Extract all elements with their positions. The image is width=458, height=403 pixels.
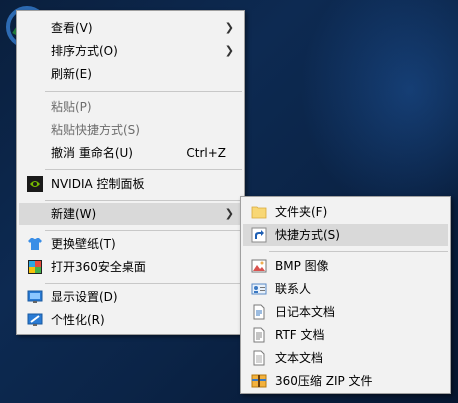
menu-item-label: 打开360安全桌面 — [51, 260, 146, 274]
menu-item-nvidia-control-panel[interactable]: NVIDIA 控制面板 — [19, 173, 242, 195]
menu-item-label: 刷新(E) — [51, 67, 92, 81]
new-submenu: 文件夹(F) 快捷方式(S) BMP 图像 联系人 日记本文档 RTF 文档 文… — [240, 196, 451, 394]
shortcut-icon — [251, 227, 267, 243]
menu-item-label: 360压缩 ZIP 文件 — [275, 374, 373, 388]
menu-separator — [45, 283, 242, 284]
desktop-context-menu: 查看(V) ❯ 排序方式(O) ❯ 刷新(E) 粘贴(P) 粘贴快捷方式(S) … — [16, 10, 245, 335]
submenu-item-contact[interactable]: 联系人 — [243, 278, 448, 300]
text-document-icon — [253, 350, 265, 366]
menu-item-label: NVIDIA 控制面板 — [51, 177, 145, 191]
menu-item-view[interactable]: 查看(V) ❯ — [19, 17, 242, 39]
display-settings-icon — [27, 290, 43, 303]
nvidia-icon — [27, 176, 43, 192]
menu-item-label: 文件夹(F) — [275, 205, 328, 219]
menu-item-label: 更换壁纸(T) — [51, 237, 116, 251]
journal-document-icon — [253, 304, 265, 320]
chevron-right-icon: ❯ — [224, 207, 234, 220]
menu-separator — [269, 251, 448, 252]
personalize-icon — [27, 313, 43, 326]
menu-item-display-settings[interactable]: 显示设置(D) — [19, 286, 242, 308]
chevron-right-icon: ❯ — [224, 44, 234, 57]
bmp-image-icon — [251, 259, 267, 273]
menu-separator — [45, 91, 242, 92]
submenu-item-bmp-image[interactable]: BMP 图像 — [243, 255, 448, 277]
menu-item-label: RTF 文档 — [275, 328, 325, 342]
menu-item-label: 联系人 — [275, 282, 312, 296]
submenu-item-rtf-document[interactable]: RTF 文档 — [243, 324, 448, 346]
menu-item-label: 排序方式(O) — [51, 44, 118, 58]
submenu-item-folder[interactable]: 文件夹(F) — [243, 201, 448, 223]
contact-icon — [251, 283, 267, 295]
chevron-right-icon: ❯ — [224, 21, 234, 34]
folder-icon — [251, 206, 267, 219]
menu-separator — [45, 169, 242, 170]
menu-item-label: 快捷方式(S) — [275, 228, 340, 242]
menu-item-refresh[interactable]: 刷新(E) — [19, 63, 242, 85]
360-desktop-icon — [28, 260, 42, 274]
submenu-item-text-document[interactable]: 文本文档 — [243, 347, 448, 369]
menu-item-paste[interactable]: 粘贴(P) — [19, 96, 242, 118]
submenu-item-shortcut[interactable]: 快捷方式(S) — [243, 224, 448, 246]
menu-item-shortcut: Ctrl+Z — [186, 146, 226, 160]
submenu-item-zip-archive[interactable]: 360压缩 ZIP 文件 — [243, 370, 448, 392]
menu-separator — [45, 230, 242, 231]
menu-item-label: 撤消 重命名(U) — [51, 146, 133, 160]
menu-item-personalize[interactable]: 个性化(R) — [19, 309, 242, 331]
zip-archive-icon — [251, 374, 267, 388]
menu-item-paste-shortcut[interactable]: 粘贴快捷方式(S) — [19, 119, 242, 141]
menu-item-undo-rename[interactable]: 撤消 重命名(U) Ctrl+Z — [19, 142, 242, 164]
menu-item-label: 个性化(R) — [51, 313, 105, 327]
submenu-item-journal-document[interactable]: 日记本文档 — [243, 301, 448, 323]
menu-item-label: BMP 图像 — [275, 259, 329, 273]
menu-item-label: 粘贴快捷方式(S) — [51, 123, 140, 137]
menu-item-label: 查看(V) — [51, 21, 93, 35]
menu-item-label: 日记本文档 — [275, 305, 336, 319]
rtf-document-icon — [253, 327, 265, 343]
menu-item-open-360-desktop[interactable]: 打开360安全桌面 — [19, 256, 242, 278]
menu-item-change-wallpaper[interactable]: 更换壁纸(T) — [19, 233, 242, 255]
desktop-background[interactable]: 河东软件园 www.pc0359.cn 查看(V) ❯ 排序方式(O) ❯ 刷新… — [0, 0, 458, 403]
menu-separator — [45, 200, 242, 201]
menu-item-new[interactable]: 新建(W) ❯ — [19, 203, 242, 225]
menu-item-label: 新建(W) — [51, 207, 97, 221]
menu-item-label: 粘贴(P) — [51, 100, 92, 114]
menu-item-sort-by[interactable]: 排序方式(O) ❯ — [19, 40, 242, 62]
wallpaper-light-beam — [300, 0, 458, 220]
menu-item-label: 文本文档 — [275, 351, 324, 365]
menu-item-label: 显示设置(D) — [51, 290, 118, 304]
wallpaper-shirt-icon — [28, 238, 42, 250]
